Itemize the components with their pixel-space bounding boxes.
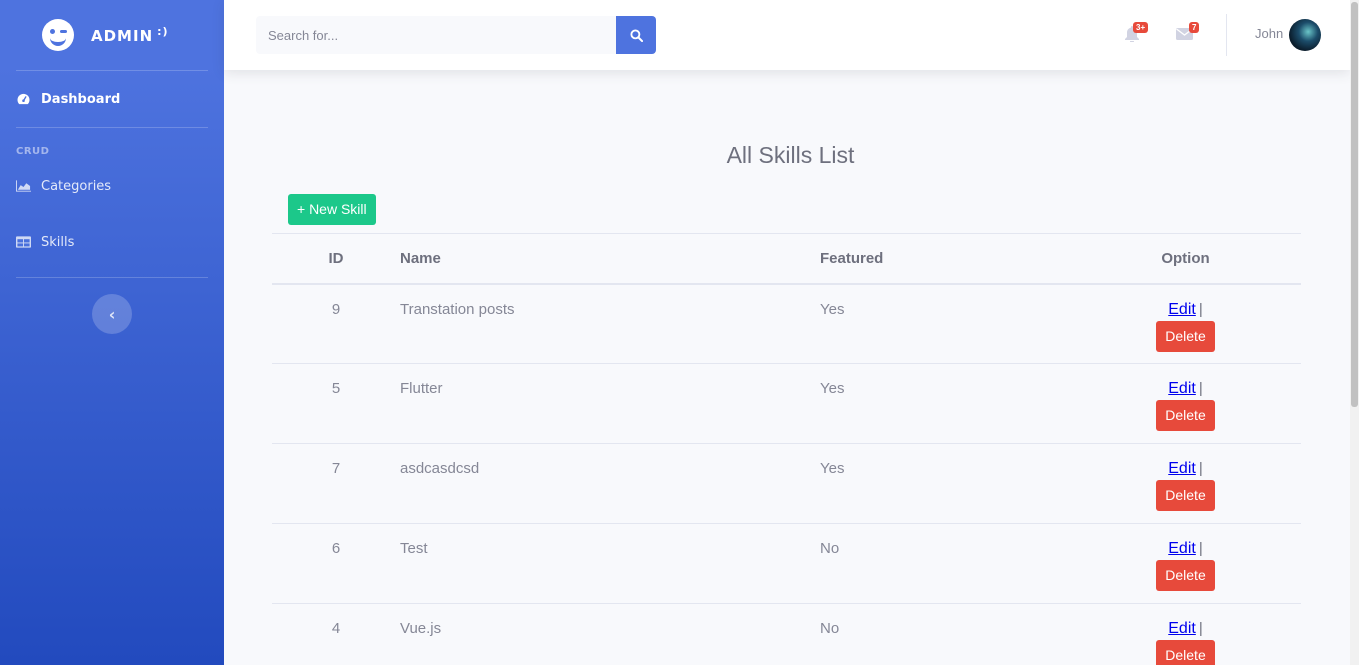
cell-name: Flutter: [400, 363, 820, 444]
messages-dropdown[interactable]: 7: [1176, 22, 1200, 42]
page-title: All Skills List: [726, 142, 855, 168]
messages-badge: 7: [1189, 22, 1200, 33]
column-header-id: ID: [272, 233, 400, 285]
table-row: 7 asdcasdcsd Yes Edit | Delete: [272, 443, 1301, 524]
table-icon: [16, 236, 31, 248]
delete-button[interactable]: Delete: [1156, 320, 1215, 352]
edit-link[interactable]: Edit: [1168, 540, 1196, 557]
separator: |: [1198, 460, 1203, 477]
edit-link[interactable]: Edit: [1168, 380, 1196, 397]
tachometer-icon: [17, 93, 30, 105]
sidebar-item-label: Dashboard: [41, 91, 121, 107]
separator: |: [1198, 380, 1203, 397]
cell-option: Edit | Delete: [1070, 603, 1301, 665]
delete-button[interactable]: Delete: [1156, 640, 1215, 665]
cell-featured: Yes: [820, 443, 1070, 524]
edit-link[interactable]: Edit: [1168, 301, 1196, 318]
delete-button[interactable]: Delete: [1156, 560, 1215, 591]
delete-button[interactable]: Delete: [1156, 400, 1215, 431]
column-header-featured: Featured: [820, 233, 1070, 285]
alerts-badge: 3+: [1133, 22, 1149, 33]
cell-name: asdcasdcsd: [400, 443, 820, 524]
avatar[interactable]: [1289, 19, 1321, 51]
cell-featured: Yes: [820, 363, 1070, 444]
topbar: 3+ 7 John: [224, 0, 1350, 70]
edit-link[interactable]: Edit: [1168, 620, 1196, 637]
sidebar-item-skills[interactable]: Skills: [0, 207, 224, 277]
delete-button[interactable]: Delete: [1156, 480, 1215, 511]
separator: |: [1198, 620, 1203, 637]
table-row: 9 Transtation posts Yes Edit | Delete: [272, 283, 1301, 364]
edit-link[interactable]: Edit: [1168, 460, 1196, 477]
cell-featured: No: [820, 523, 1070, 604]
cell-id: 7: [272, 443, 400, 524]
column-header-name: Name: [400, 233, 820, 285]
search-icon: [629, 28, 643, 42]
sidebar-heading: CRUD: [16, 146, 50, 157]
cell-name: Transtation posts: [400, 283, 820, 364]
column-header-option: Option: [1070, 233, 1301, 285]
table-header-row: ID Name Featured Option: [272, 233, 1301, 285]
table-row: 4 Vue.js No Edit | Delete: [272, 603, 1301, 665]
sidebar-item-categories[interactable]: Categories: [0, 165, 224, 207]
brand-suffix: :): [157, 25, 169, 38]
cell-id: 5: [272, 363, 400, 444]
separator: |: [1198, 540, 1203, 557]
cell-id: 4: [272, 603, 400, 665]
chevron-left-icon: ‹: [108, 304, 116, 324]
cell-option: Edit | Delete: [1070, 363, 1301, 444]
sidebar-item-dashboard[interactable]: Dashboard: [0, 71, 224, 127]
scrollbar-thumb[interactable]: [1351, 2, 1358, 407]
table-row: 5 Flutter Yes Edit | Delete: [272, 363, 1301, 444]
cell-id: 6: [272, 523, 400, 604]
alerts-dropdown[interactable]: 3+: [1125, 22, 1149, 43]
scrollbar[interactable]: [1350, 0, 1359, 665]
cell-featured: No: [820, 603, 1070, 665]
table-row: 6 Test No Edit | Delete: [272, 523, 1301, 604]
cell-name: Test: [400, 523, 820, 604]
laugh-wink-icon: [42, 19, 74, 51]
sidebar-toggle-button[interactable]: ‹: [92, 294, 132, 334]
search-form: [256, 16, 656, 54]
brand[interactable]: ADMIN:): [0, 0, 224, 70]
brand-title: ADMIN: [91, 27, 154, 45]
sidebar-divider: [16, 277, 208, 278]
cell-id: 9: [272, 283, 400, 364]
cell-option: Edit | Delete: [1070, 523, 1301, 604]
user-name[interactable]: John: [1255, 26, 1283, 41]
sidebar-item-label: Skills: [41, 234, 75, 250]
sidebar-item-label: Categories: [41, 178, 112, 194]
cell-option: Edit | Delete: [1070, 443, 1301, 524]
search-button[interactable]: [616, 16, 656, 54]
search-input[interactable]: [256, 16, 616, 54]
sidebar: ADMIN:) Dashboard CRUD Categories Skills…: [0, 0, 224, 665]
skills-table: ID Name Featured Option 9 Transtation po…: [272, 233, 1301, 665]
cell-name: Vue.js: [400, 603, 820, 665]
cell-option: Edit | Delete: [1070, 283, 1301, 364]
chart-area-icon: [16, 180, 31, 192]
cell-featured: Yes: [820, 283, 1070, 364]
topbar-divider: [1226, 14, 1227, 56]
separator: |: [1198, 300, 1203, 318]
new-skill-button[interactable]: + New Skill: [288, 194, 376, 225]
